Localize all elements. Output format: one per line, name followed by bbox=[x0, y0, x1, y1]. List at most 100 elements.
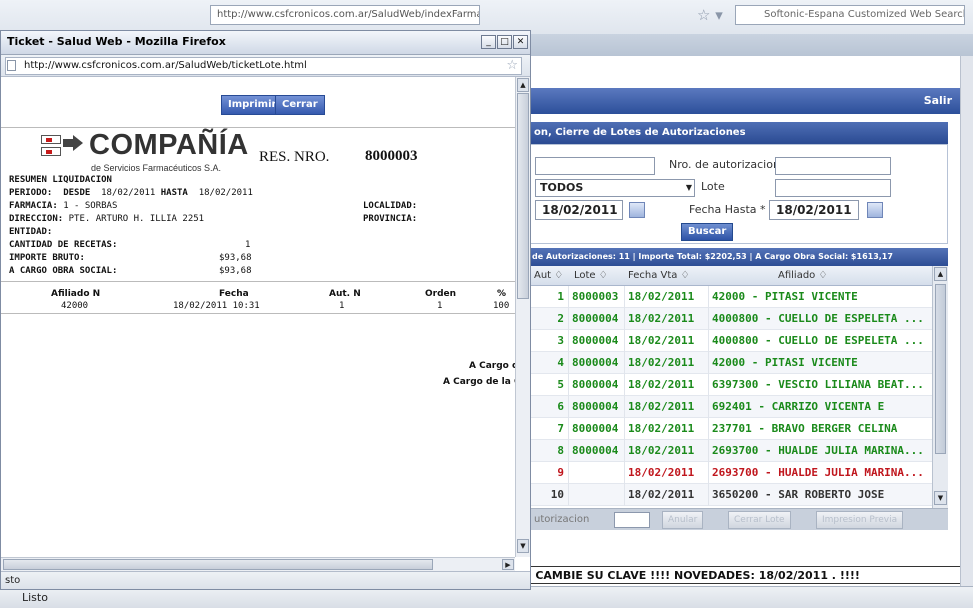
cell-fecha: 18/02/2011 bbox=[628, 334, 695, 347]
periodo-line: PERIODO: DESDE 18/02/2011 HASTA 18/02/20… bbox=[9, 188, 253, 198]
fecha-hasta-input[interactable]: 18/02/2011 bbox=[769, 200, 859, 220]
popup-horizontal-scrollbar[interactable]: ▶ bbox=[1, 557, 515, 571]
impresion-previa-button[interactable]: Impresion Previa bbox=[816, 511, 904, 529]
table-row[interactable]: 3 8000004 18/02/2011 4000800 - CUELLO DE ES… bbox=[528, 330, 932, 352]
scroll-up-icon[interactable]: ▲ bbox=[934, 267, 947, 281]
page-scrollbar[interactable] bbox=[960, 56, 973, 586]
popup-title: Ticket - Salud Web - Mozilla Firefox bbox=[7, 35, 226, 48]
col-fecha-header[interactable]: Fecha Vta ♢ bbox=[628, 270, 690, 281]
table-row[interactable]: 8 8000004 18/02/2011 2693700 - HUALDE JULIA… bbox=[528, 440, 932, 462]
fecha-desde-input[interactable]: 18/02/2011 bbox=[535, 200, 623, 220]
autorizacion-label: utorizacion bbox=[534, 514, 590, 525]
col-aut-header[interactable]: Aut ♢ bbox=[534, 270, 563, 281]
popup-vertical-scrollbar[interactable]: ▲ ▼ bbox=[515, 77, 530, 557]
background-url-bar[interactable]: http://www.csfcronicos.com.ar/SaludWeb/i… bbox=[210, 5, 480, 25]
divider bbox=[1, 127, 515, 128]
dropdown-arrow-icon: ▼ bbox=[685, 183, 692, 192]
col-afiliado-header[interactable]: Afiliado ♢ bbox=[778, 270, 827, 281]
cell-aut: 8 bbox=[557, 444, 564, 457]
column-divider bbox=[624, 308, 625, 330]
ticket-row-percent: 100 bbox=[493, 301, 510, 311]
popup-hscroll-thumb[interactable] bbox=[3, 559, 433, 570]
browser-status-text: Listo bbox=[22, 591, 48, 604]
close-icon[interactable]: ✕ bbox=[513, 35, 528, 49]
a-cargo-label-1: A Cargo d bbox=[469, 361, 515, 371]
grid-scrollbar[interactable]: ▲ ▼ bbox=[932, 266, 948, 508]
scroll-right-icon[interactable]: ▶ bbox=[502, 559, 514, 570]
cerrar-lote-button[interactable]: Cerrar Lote bbox=[728, 511, 791, 529]
scroll-down-icon[interactable]: ▼ bbox=[934, 491, 947, 505]
ticket-row-orden: 1 bbox=[437, 301, 443, 311]
logo-box-bottom bbox=[41, 147, 61, 156]
lote-input[interactable] bbox=[775, 179, 891, 197]
cell-fecha: 18/02/2011 bbox=[628, 422, 695, 435]
autorizacion-input[interactable] bbox=[614, 512, 650, 528]
cell-aut: 2 bbox=[557, 312, 564, 325]
table-row[interactable]: 9 18/02/2011 2693700 - HUALDE JULIA MARINA… bbox=[528, 462, 932, 484]
column-divider bbox=[708, 462, 709, 484]
column-divider bbox=[568, 462, 569, 484]
divider bbox=[1, 313, 515, 314]
cell-afiliado: 2693700 - HUALDE JULIA MARINA... bbox=[712, 444, 924, 457]
cantidad-label: CANTIDAD DE RECETAS: bbox=[9, 240, 118, 250]
panel-title: on, Cierre de Lotes de Autorizaciones bbox=[528, 122, 948, 144]
page-icon bbox=[7, 60, 16, 71]
table-row[interactable]: 1 8000003 18/02/2011 42000 - PITASI VICENTE bbox=[528, 286, 932, 308]
column-divider bbox=[708, 440, 709, 462]
estado-select[interactable]: TODOS ▼ bbox=[535, 179, 695, 197]
column-divider bbox=[568, 308, 569, 330]
cell-lote: 8000004 bbox=[572, 400, 619, 413]
provincia-label: PROVINCIA: bbox=[363, 214, 418, 224]
cell-aut: 10 bbox=[550, 488, 564, 501]
scroll-down-icon[interactable]: ▼ bbox=[517, 539, 529, 553]
ticket-content: Imprimir Cerrar COMPAÑÍA de Servicios Fa… bbox=[1, 77, 515, 557]
scroll-up-icon[interactable]: ▲ bbox=[517, 78, 529, 92]
table-row[interactable]: 4 8000004 18/02/2011 42000 - PITASI VICENTE bbox=[528, 352, 932, 374]
minimize-icon[interactable]: _ bbox=[481, 35, 496, 49]
table-row[interactable]: 2 8000004 18/02/2011 4000800 - CUELLO DE ES… bbox=[528, 308, 932, 330]
buscar-button[interactable]: Buscar bbox=[681, 223, 734, 241]
table-row[interactable]: 6 8000004 18/02/2011 692401 - CARRIZO VICEN… bbox=[528, 396, 932, 418]
cell-aut: 6 bbox=[557, 400, 564, 413]
search-input[interactable]: Softonic-Espana Customized Web Search bbox=[735, 5, 965, 25]
cell-lote: 8000004 bbox=[572, 334, 619, 347]
column-divider bbox=[568, 440, 569, 462]
cerrar-button[interactable]: Cerrar bbox=[275, 95, 325, 115]
anular-button[interactable]: Anular bbox=[662, 511, 704, 529]
popup-titlebar[interactable]: Ticket - Salud Web - Mozilla Firefox _ □… bbox=[1, 31, 530, 55]
salir-link[interactable]: Salir bbox=[924, 94, 952, 107]
col-orden-header: Orden bbox=[425, 289, 457, 299]
column-divider bbox=[708, 352, 709, 374]
ticket-popup-window: Ticket - Salud Web - Mozilla Firefox _ □… bbox=[0, 30, 531, 590]
nro-autorizacion-input[interactable] bbox=[775, 157, 891, 175]
popup-url-input[interactable]: http://www.csfcronicos.com.ar/SaludWeb/t… bbox=[5, 57, 522, 75]
cell-afiliado: 4000800 - CUELLO DE ESPELETA ... bbox=[712, 312, 924, 325]
cantidad-value: 1 bbox=[245, 240, 251, 250]
table-row[interactable]: 7 8000004 18/02/2011 237701 - BRAVO BERGER … bbox=[528, 418, 932, 440]
grid-scroll-thumb[interactable] bbox=[935, 284, 946, 454]
column-divider bbox=[624, 352, 625, 374]
ticket-row-afiliado: 42000 bbox=[61, 301, 89, 311]
maximize-icon[interactable]: □ bbox=[497, 35, 512, 49]
cell-afiliado: 6397300 - VESCIO LILIANA BEAT... bbox=[712, 378, 924, 391]
col-lote-header[interactable]: Lote ♢ bbox=[574, 270, 608, 281]
importe-label: IMPORTE BRUTO: bbox=[9, 253, 85, 263]
column-divider bbox=[624, 440, 625, 462]
table-row[interactable]: 10 18/02/2011 3650200 - SAR ROBERTO JOSE bbox=[528, 484, 932, 506]
importe-value: $93,68 bbox=[219, 253, 252, 263]
table-row[interactable]: 5 8000004 18/02/2011 6397300 - VESCIO LILIA… bbox=[528, 374, 932, 396]
fecha-hasta-label: Fecha Hasta * bbox=[689, 203, 766, 216]
bookmark-star-icon[interactable]: ☆ ▾ bbox=[697, 6, 723, 24]
filter-input-1[interactable] bbox=[535, 157, 655, 175]
column-divider bbox=[568, 286, 569, 308]
calendar-icon[interactable] bbox=[867, 202, 883, 218]
cargo-value: $93,68 bbox=[219, 266, 252, 276]
column-divider bbox=[568, 352, 569, 374]
popup-scroll-thumb[interactable] bbox=[517, 93, 529, 299]
bookmark-star-icon[interactable]: ☆ bbox=[506, 58, 518, 73]
column-divider bbox=[708, 418, 709, 440]
calendar-icon[interactable] bbox=[629, 202, 645, 218]
popup-url-bar: http://www.csfcronicos.com.ar/SaludWeb/t… bbox=[1, 55, 530, 77]
cell-lote: 8000004 bbox=[572, 312, 619, 325]
column-divider bbox=[708, 396, 709, 418]
